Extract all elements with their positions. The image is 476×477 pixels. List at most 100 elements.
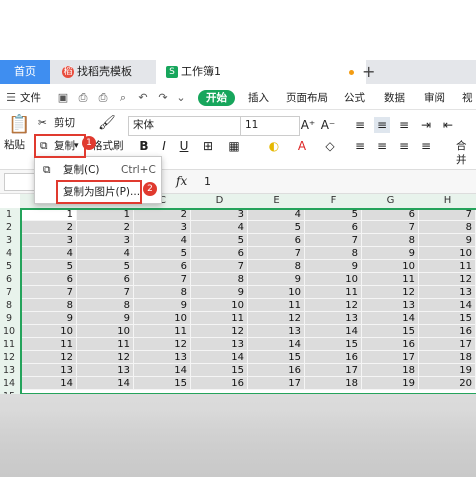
table-cell[interactable]: 8 <box>77 299 134 312</box>
table-cell[interactable]: 12 <box>134 338 191 351</box>
table-cell[interactable]: 12 <box>77 351 134 364</box>
table-cell[interactable]: 3 <box>77 234 134 247</box>
table-cell[interactable]: 7 <box>134 273 191 286</box>
table-cell[interactable]: 12 <box>248 312 305 325</box>
table-cell[interactable]: 8 <box>362 234 419 247</box>
row-header[interactable]: 11 <box>0 338 18 351</box>
table-cell[interactable]: 10 <box>191 299 248 312</box>
table-cell[interactable]: 2 <box>134 208 191 221</box>
table-cell[interactable]: 4 <box>20 247 77 260</box>
cell-area[interactable]: 1 1 2 3 4 5 6 7 2 2 3 4 5 6 7 8 3 3 4 5 6 7 8 9 4 4 5 6 7 8 9 10 5 5 6 7 8 9 1… <box>20 208 476 394</box>
table-cell[interactable]: 18 <box>305 377 362 390</box>
table-cell[interactable]: 16 <box>305 351 362 364</box>
table-cell[interactable]: 5 <box>77 260 134 273</box>
table-cell[interactable]: 20 <box>419 377 476 390</box>
menu-layout[interactable]: 页面布局 <box>286 90 328 106</box>
column-header[interactable]: D <box>191 194 248 208</box>
column-header[interactable]: F <box>305 194 362 208</box>
row-header[interactable]: 2 <box>0 221 18 234</box>
table-cell[interactable]: 14 <box>77 377 134 390</box>
column-header[interactable]: E <box>248 194 305 208</box>
table-cell[interactable]: 13 <box>191 338 248 351</box>
export-icon[interactable]: ⎙ <box>76 91 90 105</box>
table-cell[interactable]: 5 <box>134 247 191 260</box>
font-shrink-icon[interactable]: A⁻ <box>320 117 336 133</box>
table-cell[interactable]: 10 <box>419 247 476 260</box>
table-cell[interactable]: 10 <box>134 312 191 325</box>
row-header[interactable]: 6 <box>0 273 18 286</box>
table-cell[interactable]: 11 <box>77 338 134 351</box>
table-cell[interactable]: 13 <box>134 351 191 364</box>
table-cell[interactable]: 4 <box>248 208 305 221</box>
menu-insert[interactable]: 插入 <box>248 90 269 106</box>
table-cell[interactable]: 12 <box>20 351 77 364</box>
table-cell[interactable]: 18 <box>419 351 476 364</box>
table-cell[interactable]: 17 <box>305 364 362 377</box>
table-cell[interactable]: 13 <box>305 312 362 325</box>
column-header[interactable]: G <box>362 194 419 208</box>
table-cell[interactable]: 17 <box>419 338 476 351</box>
table-cell[interactable]: 6 <box>134 260 191 273</box>
table-cell[interactable]: 7 <box>305 234 362 247</box>
align-center-icon[interactable]: ≡ <box>374 138 390 154</box>
table-cell[interactable]: 6 <box>248 234 305 247</box>
paste-button[interactable]: 粘贴 <box>4 138 25 152</box>
table-cell[interactable]: 12 <box>362 286 419 299</box>
table-cell[interactable]: 5 <box>191 234 248 247</box>
table-cell[interactable]: 5 <box>248 221 305 234</box>
table-cell[interactable]: 6 <box>77 273 134 286</box>
menu-item-copy[interactable]: ⧉ 复制(C) Ctrl+C <box>35 159 161 181</box>
table-cell[interactable]: 13 <box>20 364 77 377</box>
table-cell[interactable]: 11 <box>20 338 77 351</box>
indent-icon[interactable]: ⇥ <box>418 117 434 133</box>
row-header[interactable]: 13 <box>0 364 18 377</box>
table-cell[interactable]: 8 <box>305 247 362 260</box>
outdent-icon[interactable]: ⇤ <box>440 117 456 133</box>
table-cell[interactable]: 9 <box>191 286 248 299</box>
table-cell[interactable]: 9 <box>362 247 419 260</box>
table-cell[interactable]: 9 <box>305 260 362 273</box>
save-icon[interactable]: ▣ <box>56 91 70 105</box>
table-cell[interactable]: 8 <box>248 260 305 273</box>
table-cell[interactable]: 15 <box>305 338 362 351</box>
table-cell[interactable]: 10 <box>248 286 305 299</box>
table-cell[interactable]: 7 <box>248 247 305 260</box>
table-cell[interactable]: 15 <box>419 312 476 325</box>
table-cell[interactable]: 16 <box>248 364 305 377</box>
row-header[interactable]: 8 <box>0 299 18 312</box>
table-cell[interactable]: 11 <box>305 286 362 299</box>
table-cell[interactable]: 8 <box>20 299 77 312</box>
align-middle-icon[interactable]: ≡ <box>374 117 390 133</box>
table-cell[interactable]: 7 <box>77 286 134 299</box>
table-cell[interactable]: 9 <box>134 299 191 312</box>
border-icon[interactable]: ⊞ <box>200 138 216 154</box>
table-cell[interactable]: 1 <box>77 208 134 221</box>
table-cell[interactable]: 7 <box>362 221 419 234</box>
table-cell[interactable]: 9 <box>20 312 77 325</box>
underline-button[interactable]: U <box>176 138 192 154</box>
table-cell[interactable]: 8 <box>191 273 248 286</box>
align-top-icon[interactable]: ≡ <box>352 117 368 133</box>
table-cell[interactable]: 18 <box>362 364 419 377</box>
table-cell[interactable]: 11 <box>248 299 305 312</box>
row-header[interactable]: 4 <box>0 247 18 260</box>
table-cell[interactable]: 16 <box>419 325 476 338</box>
table-cell[interactable]: 10 <box>20 325 77 338</box>
table-cell[interactable]: 4 <box>77 247 134 260</box>
table-cell[interactable]: 11 <box>134 325 191 338</box>
table-cell[interactable]: 3 <box>134 221 191 234</box>
table-cell[interactable]: 10 <box>77 325 134 338</box>
chevron-down-icon[interactable]: ⌄ <box>174 91 188 105</box>
table-cell[interactable]: 12 <box>419 273 476 286</box>
table-cell[interactable]: 12 <box>191 325 248 338</box>
table-cell[interactable]: 16 <box>191 377 248 390</box>
table-cell[interactable]: 6 <box>362 208 419 221</box>
cut-button[interactable]: 剪切 <box>54 116 75 130</box>
hamburger-icon[interactable]: ☰ <box>4 91 18 105</box>
table-cell[interactable]: 13 <box>77 364 134 377</box>
align-bottom-icon[interactable]: ≡ <box>396 117 412 133</box>
table-cell[interactable]: 5 <box>305 208 362 221</box>
table-cell[interactable]: 6 <box>191 247 248 260</box>
table-cell[interactable]: 7 <box>20 286 77 299</box>
table-cell[interactable]: 16 <box>362 338 419 351</box>
